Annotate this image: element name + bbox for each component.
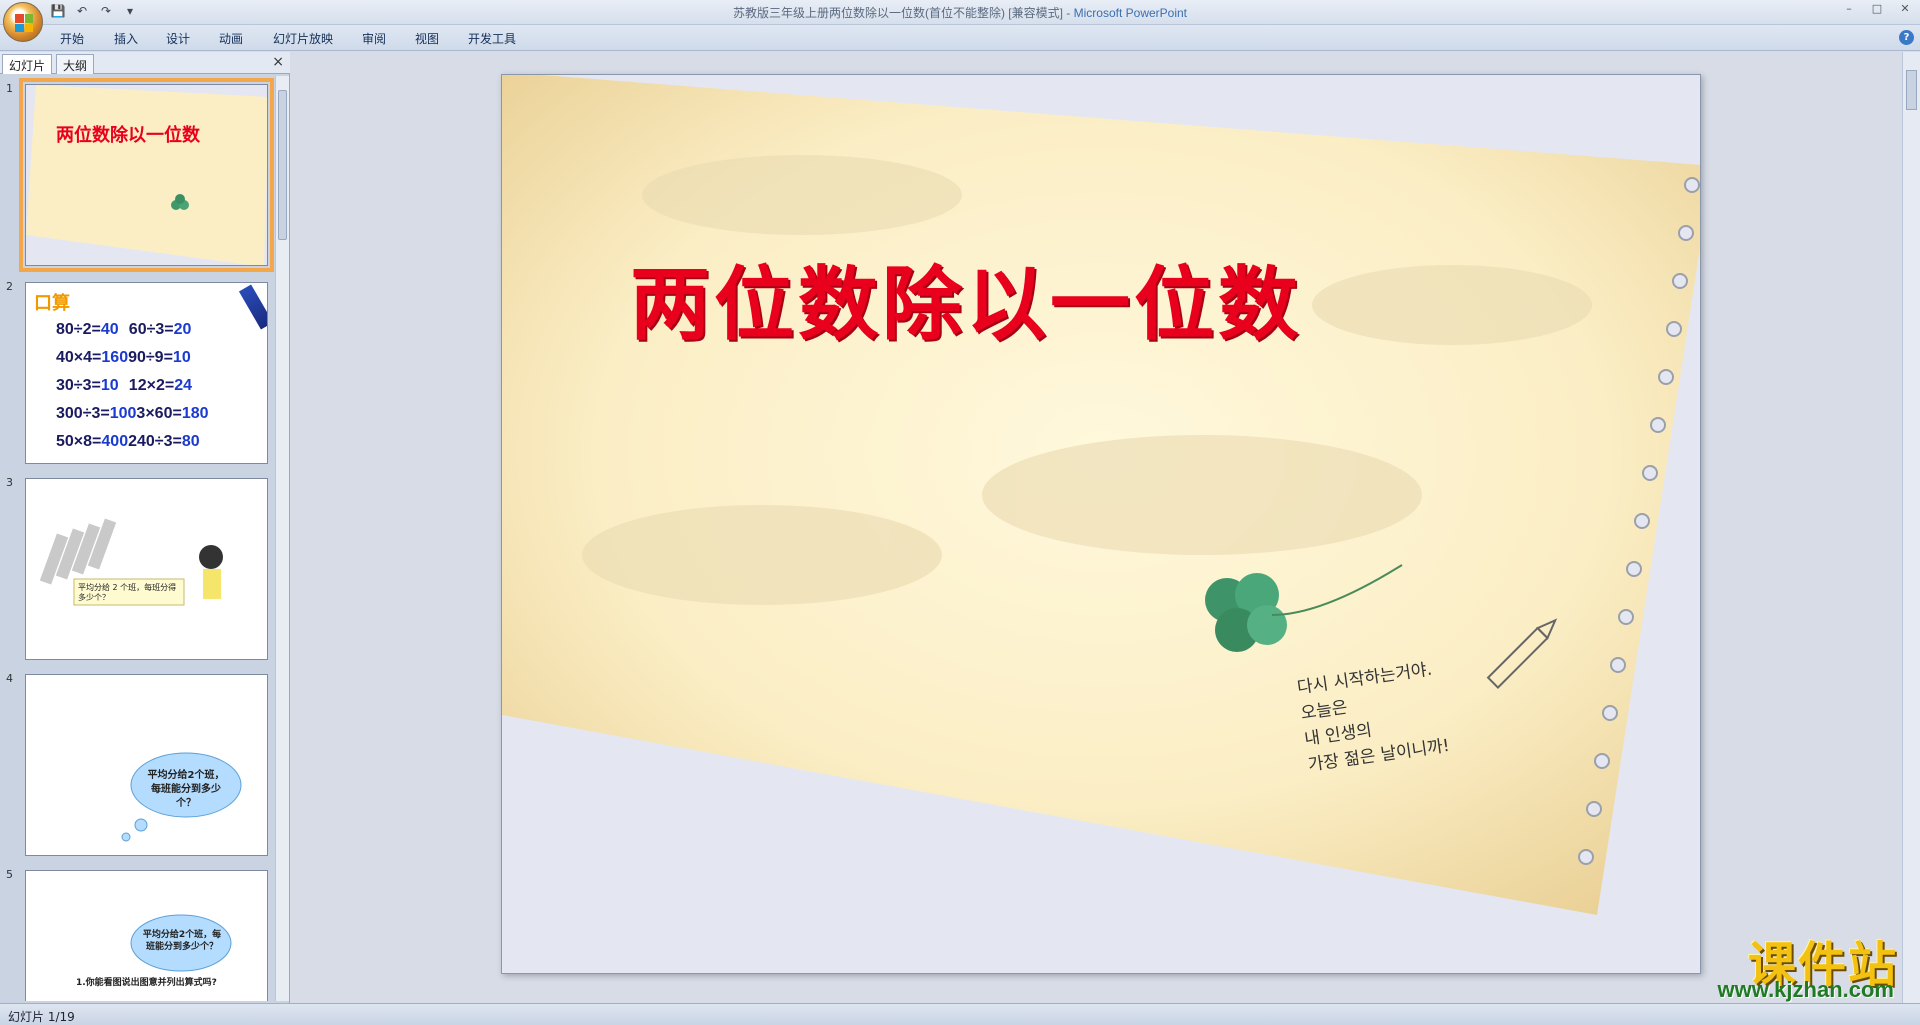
current-slide[interactable]: 两位数除以一位数 다시 시작하는거야. 오늘은 내 인생의 가장 젊은 날이니까… bbox=[501, 74, 1701, 974]
window-controls: – □ ✕ bbox=[1838, 2, 1916, 18]
window-title: 苏教版三年级上册两位数除以一位数(首位不能整除) [兼容模式] - Micros… bbox=[0, 4, 1920, 21]
tab-view[interactable]: 视图 bbox=[415, 30, 439, 47]
ribbon-tabs: 开始 插入 设计 动画 幻灯片放映 审阅 视图 开发工具 ? bbox=[0, 25, 1920, 51]
slide-thumbnail-3[interactable]: 平均分给 2 个班，每班分得多少个？ bbox=[25, 478, 268, 660]
slide-3-preview bbox=[39, 518, 223, 606]
slide-title[interactable]: 两位数除以一位数 bbox=[630, 240, 1302, 356]
tab-slides[interactable]: 幻灯片 bbox=[2, 54, 53, 74]
tab-insert[interactable]: 插入 bbox=[114, 30, 138, 47]
slide-2-math-rows: 80÷2=40 60÷3=20 40×4=16090÷9=10 30÷3=10 … bbox=[56, 315, 209, 455]
slide-5-question: 1.你能看图说出图意并列出算式吗? bbox=[76, 978, 217, 988]
scrollbar-thumb[interactable] bbox=[1906, 70, 1917, 110]
slide-3-caption: 平均分给 2 个班，每班分得多少个？ bbox=[78, 583, 177, 602]
slide-thumbnail-list: 1 两位数除以一位数 2 口算 80÷2=40 60÷3=20 40×4=160… bbox=[0, 76, 276, 1001]
slide-2-thumb-title: 口算 bbox=[34, 293, 70, 314]
office-button[interactable] bbox=[3, 2, 43, 42]
slide-4-caption: 平均分给2个班，每班能分到多少个？ bbox=[147, 770, 225, 809]
tab-design[interactable]: 设计 bbox=[166, 30, 190, 47]
close-icon[interactable]: ✕ bbox=[1894, 2, 1916, 18]
slide-counter: 幻灯片 1/19 bbox=[8, 1010, 75, 1024]
math-row: 30÷3=10 12×2=24 bbox=[56, 377, 192, 394]
minimize-icon[interactable]: – bbox=[1838, 2, 1860, 18]
math-row: 300÷3=1003×60=180 bbox=[56, 405, 209, 422]
tab-developer[interactable]: 开发工具 bbox=[468, 30, 516, 47]
title-bar: 💾 ↶ ↷ ▾ 苏教版三年级上册两位数除以一位数(首位不能整除) [兼容模式] … bbox=[0, 0, 1920, 25]
scrollbar-thumb[interactable] bbox=[278, 90, 287, 240]
watermark-url: www.kjzhan.com bbox=[1717, 977, 1894, 1002]
help-icon[interactable]: ? bbox=[1899, 30, 1914, 45]
tab-review[interactable]: 审阅 bbox=[362, 30, 386, 47]
document-title: 苏教版三年级上册两位数除以一位数(首位不能整除) [兼容模式] - bbox=[732, 6, 1074, 20]
tab-slideshow[interactable]: 幻灯片放映 bbox=[273, 30, 333, 47]
slide-number: 5 bbox=[6, 868, 13, 881]
handwritten-note: 다시 시작하는거야. 오늘은 내 인생의 가장 젊은 날이니까! bbox=[1295, 656, 1451, 779]
slide-number: 1 bbox=[6, 82, 13, 95]
slide-5-caption: 平均分给2个班，每班能分到多少个？ bbox=[142, 930, 222, 952]
math-row: 50×8=400240÷3=80 bbox=[56, 433, 200, 450]
editing-canvas: 两位数除以一位数 다시 시작하는거야. 오늘은 내 인생의 가장 젊은 날이니까… bbox=[291, 52, 1902, 1003]
slide-1-preview bbox=[26, 85, 267, 265]
office-logo-icon bbox=[15, 14, 33, 32]
tab-animation[interactable]: 动画 bbox=[219, 30, 243, 47]
watermark-logo: 课件站 www.kjzhan.com bbox=[1668, 925, 1898, 1002]
slides-pane: 幻灯片 大纲 × 1 两位数除以一位数 2 口算 80÷2=40 60÷3=20… bbox=[0, 52, 290, 1003]
slide-number: 4 bbox=[6, 672, 13, 685]
slides-pane-scrollbar[interactable] bbox=[275, 76, 289, 1001]
math-row: 40×4=16090÷9=10 bbox=[56, 349, 191, 366]
app-name: Microsoft PowerPoint bbox=[1073, 6, 1188, 20]
slide-number: 3 bbox=[6, 476, 13, 489]
canvas-scrollbar[interactable] bbox=[1902, 52, 1920, 1003]
close-pane-icon[interactable]: × bbox=[272, 54, 284, 70]
pencil-icon bbox=[238, 284, 267, 330]
tab-outline[interactable]: 大纲 bbox=[56, 54, 95, 74]
slide-thumbnail-2[interactable]: 口算 80÷2=40 60÷3=20 40×4=16090÷9=10 30÷3=… bbox=[25, 282, 268, 464]
maximize-icon[interactable]: □ bbox=[1866, 2, 1888, 18]
slide-1-thumb-title: 两位数除以一位数 bbox=[56, 125, 200, 146]
slide-thumbnail-1[interactable]: 两位数除以一位数 bbox=[19, 78, 274, 272]
slide-thumbnail-4[interactable]: 平均分给2个班，每班能分到多少个？ bbox=[25, 674, 268, 856]
pane-tabs: 幻灯片 大纲 × bbox=[0, 52, 290, 74]
shuttlecock-tubes-icon bbox=[39, 518, 117, 585]
math-row: 80÷2=40 60÷3=20 bbox=[56, 321, 192, 338]
tab-home[interactable]: 开始 bbox=[60, 30, 84, 47]
slide-number: 2 bbox=[6, 280, 13, 293]
girl-figure-icon bbox=[199, 545, 223, 599]
slide-thumbnail-5[interactable]: 平均分给2个班，每班能分到多少个？ 1.你能看图说出图意并列出算式吗? bbox=[25, 870, 268, 1001]
notebook-paper-background bbox=[502, 75, 1700, 915]
slide-4-preview bbox=[121, 752, 242, 842]
status-bar: 幻灯片 1/19 bbox=[0, 1003, 1920, 1025]
